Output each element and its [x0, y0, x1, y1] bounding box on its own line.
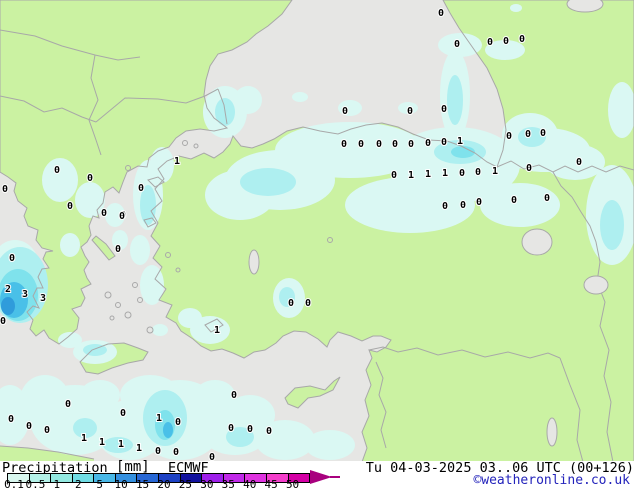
precip-value: 0: [26, 421, 32, 432]
precip-value: 0: [454, 39, 460, 50]
precip-value: 0: [441, 104, 447, 115]
legend-scale-label: 15: [136, 480, 149, 490]
legend-scale-label: 20: [157, 480, 170, 490]
precip-value: 0: [54, 165, 60, 176]
legend-scale-label: 35: [222, 480, 235, 490]
precip-value: 0: [358, 139, 364, 150]
precip-value: 2: [5, 284, 11, 295]
precip-value: 0: [441, 137, 447, 148]
precipitation-map: 0000000000000000001011100100000001000000…: [0, 0, 634, 462]
precip-value: 0: [228, 423, 234, 434]
precip-value: 1: [81, 433, 87, 444]
precip-value: 0: [438, 8, 444, 19]
precip-value: 0: [391, 170, 397, 181]
precip-value: 0: [487, 37, 493, 48]
precip-max-layer: [1, 297, 15, 315]
precip-value: 0: [288, 298, 294, 309]
precip-value: 0: [544, 193, 550, 204]
precip-value: 1: [214, 325, 220, 336]
precip-value: 0: [407, 106, 413, 117]
weather-map-page: 0000000000000000001011100100000001000000…: [0, 0, 634, 490]
legend-scale-label: 45: [265, 480, 278, 490]
precip-value: 0: [511, 195, 517, 206]
precip-value: 0: [247, 424, 253, 435]
legend-scale-label: 40: [243, 480, 256, 490]
precip-value: 0: [540, 128, 546, 139]
precip-value: 0: [506, 131, 512, 142]
precip-value: 0: [425, 138, 431, 149]
precip-value: 0: [0, 316, 6, 327]
precip-value: 0: [155, 446, 161, 457]
legend-scale-label: 2: [75, 480, 82, 490]
precip-value: 0: [525, 129, 531, 140]
precip-value: 0: [87, 173, 93, 184]
legend-scale-label: 5: [96, 480, 103, 490]
legend-scale-label: 0.5: [25, 480, 45, 490]
precip-value: 0: [173, 447, 179, 458]
precip-value: 1: [99, 437, 105, 448]
precip-value: 1: [408, 170, 414, 181]
precip-value: 1: [118, 439, 124, 450]
precip-value: 1: [174, 156, 180, 167]
precip-value: 0: [341, 139, 347, 150]
precip-value: 0: [2, 184, 8, 195]
legend-strip: Precipitation [mm] ECMWF 0.10.5125101520…: [0, 461, 634, 490]
precip-value: 1: [442, 168, 448, 179]
precip-value: 0: [8, 414, 14, 425]
precip-value: 0: [119, 211, 125, 222]
precip-value: 3: [40, 293, 46, 304]
precip-value: 0: [476, 197, 482, 208]
precip-value: 0: [392, 139, 398, 150]
precip-value: 0: [175, 417, 181, 428]
precip-value: 0: [459, 168, 465, 179]
precip-value: 1: [425, 169, 431, 180]
legend-arrow-tail: [330, 476, 340, 478]
precip-value: 0: [65, 399, 71, 410]
precip-value: 0: [460, 200, 466, 211]
legend-scale-label: 10: [115, 480, 128, 490]
precip-value: 0: [376, 139, 382, 150]
map-area: 0000000000000000001011100100000001000000…: [0, 0, 634, 462]
precip-value: 0: [115, 244, 121, 255]
legend-scale-label: 1: [54, 480, 61, 490]
precip-value: 0: [475, 167, 481, 178]
precip-value: 0: [526, 163, 532, 174]
precip-value: 3: [22, 289, 28, 300]
precip-value: 0: [67, 201, 73, 212]
precip-value: 0: [408, 139, 414, 150]
precip-value: 0: [120, 408, 126, 419]
precip-value: 0: [101, 208, 107, 219]
legend-scale-label: 0.1: [4, 480, 24, 490]
precip-value: 1: [457, 136, 463, 147]
precip-value: 1: [156, 413, 162, 424]
precip-value: 0: [442, 201, 448, 212]
legend-scale-label: 50: [286, 480, 299, 490]
copyright-link[interactable]: ©weatheronline.co.uk: [473, 473, 630, 488]
precip-value: 0: [576, 157, 582, 168]
precip-value: 0: [231, 390, 237, 401]
precip-value: 0: [519, 34, 525, 45]
legend-scale-label: 25: [179, 480, 192, 490]
precip-value: 0: [266, 426, 272, 437]
legend-scale-label: 30: [200, 480, 213, 490]
precip-value: 0: [9, 253, 15, 264]
precip-value: 1: [492, 166, 498, 177]
precip-value: 1: [136, 443, 142, 454]
precip-value: 0: [305, 298, 311, 309]
precip-value: 0: [503, 36, 509, 47]
precip-value: 0: [44, 425, 50, 436]
precip-value: 0: [138, 183, 144, 194]
precip-value: 0: [342, 106, 348, 117]
